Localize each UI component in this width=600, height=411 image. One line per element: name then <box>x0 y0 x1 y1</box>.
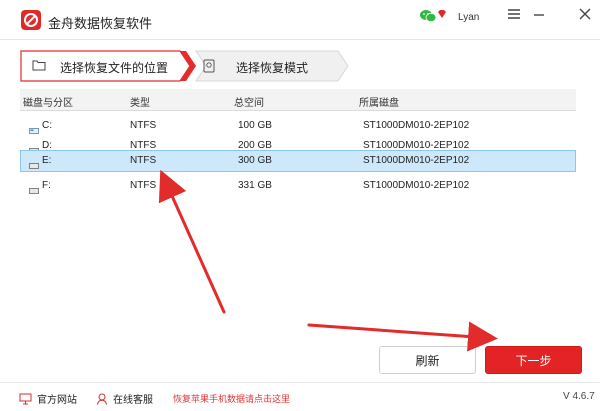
header-type: 类型 <box>130 98 150 109</box>
row-size: 100 GB <box>238 120 272 131</box>
monitor-icon <box>19 393 32 404</box>
row-type: NTFS <box>130 180 157 191</box>
row-type: NTFS <box>130 155 157 166</box>
website-link[interactable]: 官方网站 <box>19 391 77 406</box>
drive-icon <box>29 158 39 169</box>
header-partition: 磁盘与分区 <box>23 98 73 109</box>
headset-icon <box>97 393 107 405</box>
row-drive: E: <box>42 155 52 166</box>
step-bar: 选择恢复文件的位置 选择恢复模式 <box>20 50 580 82</box>
table-row-selected[interactable]: E: NTFS 300 GB ST1000DM010-2EP102 <box>20 150 576 172</box>
website-label: 官方网站 <box>37 395 77 406</box>
table-row[interactable]: C: NTFS 100 GB ST1000DM010-2EP102 <box>20 115 576 137</box>
header-size: 总空间 <box>234 98 264 109</box>
folder-icon <box>32 59 46 91</box>
footer-divider <box>0 382 600 383</box>
row-disk: ST1000DM010-2EP102 <box>363 180 470 191</box>
header-disk: 所属磁盘 <box>359 98 399 109</box>
user-name[interactable]: Lyan <box>458 12 479 23</box>
row-size: 331 GB <box>238 180 272 191</box>
row-disk: ST1000DM010-2EP102 <box>363 120 470 131</box>
drive-icon <box>29 143 39 154</box>
app-title: 金舟数据恢复软件 <box>48 16 153 31</box>
wechat-icon[interactable] <box>420 9 437 23</box>
step-select-mode: 选择恢复模式 <box>236 61 309 75</box>
row-type: NTFS <box>130 120 157 131</box>
next-step-button[interactable]: 下一步 <box>485 346 582 374</box>
vip-diamond-icon <box>437 8 447 18</box>
minimize-icon[interactable] <box>530 5 548 23</box>
row-disk: ST1000DM010-2EP102 <box>363 155 470 166</box>
table-header: 磁盘与分区 类型 总空间 所属磁盘 <box>20 89 576 111</box>
table-row[interactable]: F: NTFS 331 GB ST1000DM010-2EP102 <box>20 175 576 197</box>
title-bar: 金舟数据恢复软件 Lyan <box>0 0 600 40</box>
iphone-recovery-link[interactable]: 恢复苹果手机数据请点击这里 <box>173 392 290 405</box>
row-size: 300 GB <box>238 155 272 166</box>
drive-icon <box>29 183 39 194</box>
refresh-button[interactable]: 刷新 <box>379 346 476 374</box>
close-icon[interactable] <box>576 5 594 23</box>
support-link[interactable]: 在线客服 <box>96 391 153 406</box>
row-drive: C: <box>42 120 52 131</box>
row-drive: F: <box>42 180 51 191</box>
menu-icon[interactable] <box>505 5 523 23</box>
support-label: 在线客服 <box>113 395 153 406</box>
version-label: V 4.6.7 <box>563 391 595 402</box>
hard-disk-icon <box>203 59 215 91</box>
step-select-location: 选择恢复文件的位置 <box>60 61 169 75</box>
drive-icon <box>29 123 39 134</box>
app-logo-icon <box>21 10 41 30</box>
